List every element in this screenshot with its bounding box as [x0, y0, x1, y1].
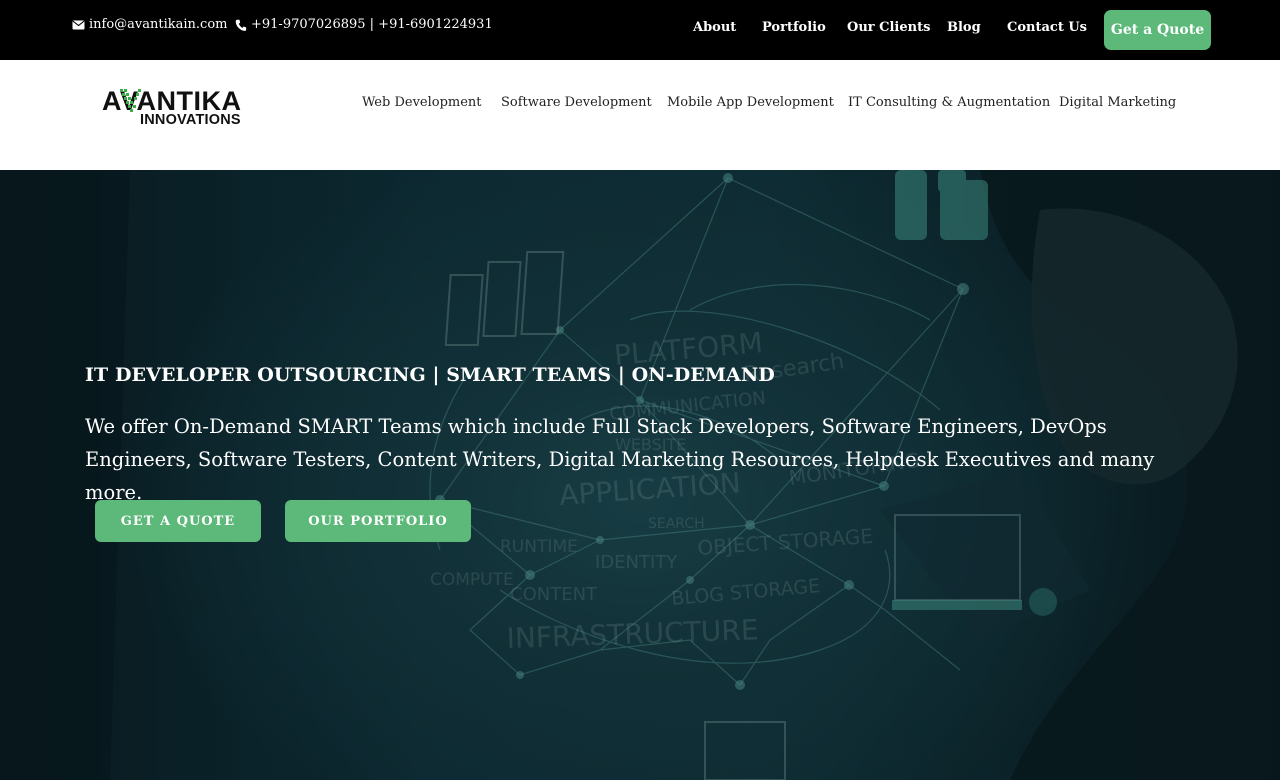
main-header: AVANTIKA INNOVATIONS Web Development Sof… [0, 60, 1280, 170]
hero-get-a-quote-button[interactable]: GET A QUOTE [95, 500, 261, 542]
top-nav-our-clients[interactable]: Our Clients [847, 19, 930, 37]
main-nav-digital-marketing[interactable]: Digital Marketing [1059, 94, 1176, 112]
main-nav-software-development[interactable]: Software Development [501, 94, 652, 112]
top-nav-portfolio[interactable]: Portfolio [762, 19, 826, 37]
main-nav-web-development[interactable]: Web Development [362, 94, 482, 112]
get-a-quote-button[interactable]: Get a Quote [1104, 10, 1211, 50]
top-nav-about[interactable]: About [693, 19, 736, 37]
hero-description: We offer On-Demand SMART Teams which inc… [85, 415, 1155, 504]
top-nav-blog[interactable]: Blog [947, 19, 981, 37]
top-nav: About Portfolio Our Clients Blog Contact… [0, 0, 1280, 60]
hero-our-portfolio-button[interactable]: OUR PORTFOLIO [285, 500, 471, 542]
hero-heading: IT DEVELOPER OUTSOURCING | SMART TEAMS |… [85, 364, 775, 386]
main-nav-mobile-app-development[interactable]: Mobile App Development [667, 94, 834, 112]
main-nav-it-consulting[interactable]: IT Consulting & Augmentation [848, 94, 1050, 112]
top-bar: info@avantikain.com +91-9707026895 | +91… [0, 0, 1280, 60]
hero-section: PLATFORM Research COMMUNICATION APPLICAT… [0, 170, 1280, 780]
avantika-logo[interactable]: AVANTIKA INNOVATIONS [102, 87, 254, 131]
logo-text-innovations: INNOVATIONS [140, 112, 241, 128]
top-nav-contact-us[interactable]: Contact Us [1007, 19, 1087, 37]
